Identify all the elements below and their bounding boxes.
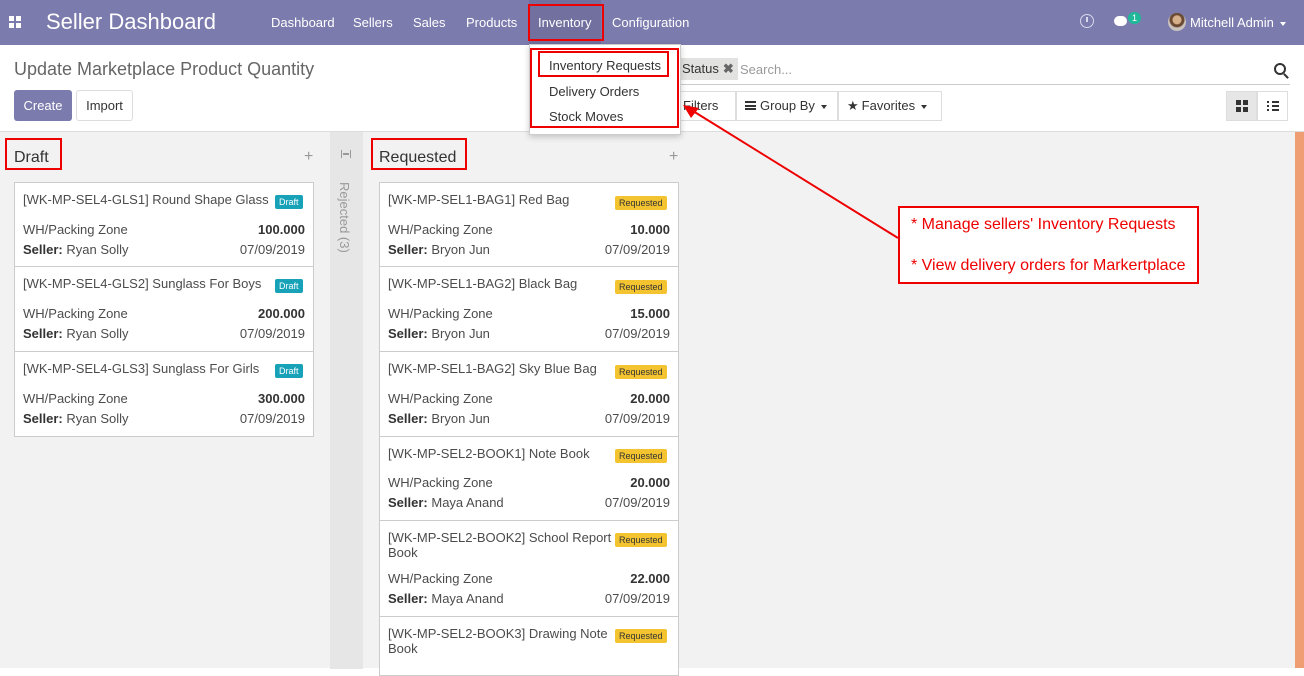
annotation-callout: * Manage sellers' Inventory Requests * V… bbox=[898, 206, 1199, 284]
annotation-arrow bbox=[683, 105, 899, 239]
annotation-line-1: * Manage sellers' Inventory Requests bbox=[911, 216, 1176, 233]
annotation-line-2: * View delivery orders for Markertplace bbox=[911, 257, 1186, 274]
